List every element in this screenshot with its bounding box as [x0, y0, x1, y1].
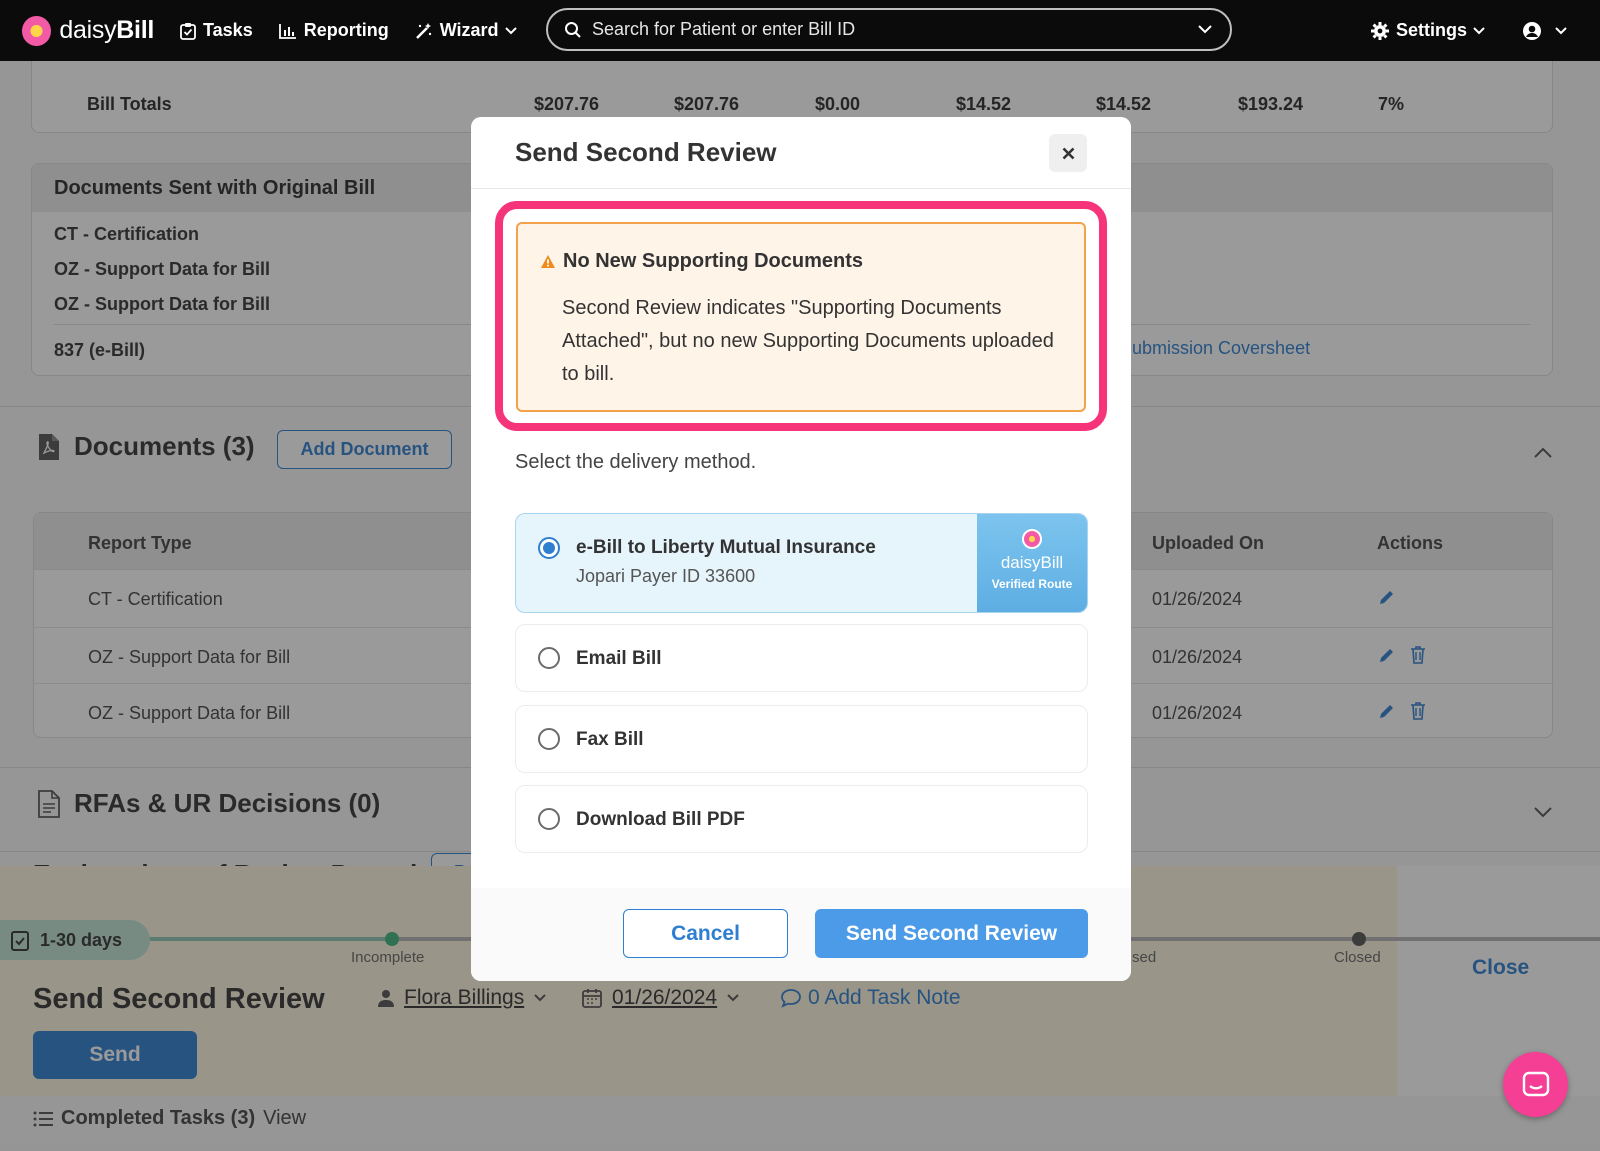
pencil-icon[interactable] [1378, 588, 1396, 606]
verified-route-badge: daisyBill Verified Route [977, 514, 1087, 612]
task-due-date[interactable]: 01/26/2024 [582, 986, 749, 1010]
cancel-button[interactable]: Cancel [623, 909, 788, 958]
daisy-flower-icon [1022, 529, 1042, 549]
nav-settings[interactable]: Settings [1370, 20, 1492, 41]
warning-message: Second Review indicates "Supporting Docu… [562, 297, 1054, 385]
documents-section-title: Documents (3) [38, 431, 255, 462]
task-panel-side [1397, 866, 1600, 1096]
warning-icon [541, 255, 555, 268]
radio-download[interactable] [538, 808, 560, 830]
list-item: OZ - Support Data for Bill [54, 294, 270, 314]
total-value: $193.24 [1238, 94, 1304, 114]
task-title: Send Second Review [33, 983, 325, 1015]
radio-fax[interactable] [538, 728, 560, 750]
completed-tasks[interactable]: Completed Tasks (3) View [33, 1107, 306, 1130]
rfas-section-title: RFAs & UR Decisions (0) [38, 788, 380, 819]
delivery-option-fax[interactable]: Fax Bill [515, 705, 1088, 773]
send-button[interactable]: Send [33, 1031, 197, 1079]
submission-coversheet-link[interactable]: ubmission Coversheet [1132, 338, 1310, 359]
clipboard-check-icon [11, 931, 29, 951]
document-icon [38, 789, 60, 818]
search-icon [565, 21, 581, 38]
total-value: $0.00 [815, 94, 861, 114]
delivery-option-download[interactable]: Download Bill PDF [515, 785, 1088, 853]
pencil-icon[interactable] [1378, 702, 1396, 720]
calendar-icon [582, 989, 602, 1008]
search-input[interactable] [592, 19, 1198, 40]
radio-email[interactable] [538, 647, 560, 669]
total-value: $14.52 [1096, 94, 1152, 114]
nav-tasks[interactable]: Tasks [180, 20, 253, 41]
top-nav: daisyBill Tasks Reporting Wizard Setting… [0, 0, 1600, 61]
search-bar[interactable] [546, 8, 1232, 51]
send-second-review-button[interactable]: Send Second Review [815, 909, 1088, 958]
task-assignee[interactable]: Flora Billings [378, 986, 556, 1010]
warning-alert: No New Supporting Documents Second Revie… [516, 222, 1086, 412]
total-value: 7% [1378, 94, 1405, 114]
list-item: CT - Certification [54, 224, 200, 244]
delivery-option-email[interactable]: Email Bill [515, 624, 1088, 692]
nav-wizard[interactable]: Wizard [415, 20, 524, 41]
trash-icon[interactable] [1410, 646, 1426, 664]
list-item: 837 (e-Bill) [54, 340, 146, 360]
close-icon [1062, 147, 1074, 159]
pdf-file-icon [39, 433, 59, 460]
total-value: $207.76 [674, 94, 740, 114]
clipboard-check-icon [180, 22, 196, 40]
chevron-down-icon[interactable] [1534, 807, 1552, 818]
user-avatar-icon [1523, 21, 1541, 40]
total-value: $14.52 [956, 94, 1012, 114]
bar-chart-icon [278, 23, 296, 39]
user-menu[interactable] [1522, 21, 1574, 41]
modal-title: Send Second Review [515, 137, 777, 167]
delivery-option-ebill[interactable]: e-Bill to Liberty Mutual Insurance Jopar… [515, 513, 1088, 613]
stage-complete-dot [385, 932, 399, 946]
chevron-down-icon [1473, 26, 1485, 34]
list-item: OZ - Support Data for Bill [54, 259, 270, 279]
chevron-down-icon [534, 994, 546, 1002]
chevron-down-icon [1555, 26, 1567, 34]
list-icon [33, 1111, 53, 1126]
close-task-link[interactable]: Close [1472, 956, 1529, 980]
user-icon [378, 990, 394, 1007]
comment-icon [781, 989, 801, 1008]
add-task-note-link[interactable]: 0 Add Task Note [780, 986, 961, 1010]
close-modal-button[interactable] [1049, 134, 1087, 172]
delivery-method-prompt: Select the delivery method. [515, 451, 757, 473]
magic-wand-icon [415, 22, 431, 39]
chevron-down-icon[interactable] [1198, 25, 1212, 34]
chat-launcher[interactable] [1503, 1052, 1568, 1117]
nav-reporting[interactable]: Reporting [278, 20, 389, 41]
chevron-up-icon[interactable] [1534, 447, 1552, 458]
total-value: $207.76 [534, 94, 600, 114]
task-age-badge: 1-30 days [0, 920, 150, 960]
radio-ebill[interactable] [538, 537, 560, 559]
stage-dot [1352, 932, 1366, 946]
pencil-icon[interactable] [1378, 646, 1396, 664]
send-second-review-modal: Send Second Review No New Supporting Doc… [471, 117, 1131, 981]
add-document-button[interactable]: Add Document [277, 430, 452, 469]
chat-icon [1522, 1071, 1549, 1096]
chevron-down-icon [504, 26, 517, 34]
chevron-down-icon [727, 994, 739, 1002]
daisy-flower-icon [22, 15, 52, 46]
daisybill-logo[interactable]: daisyBill [22, 15, 154, 46]
gear-icon [1370, 21, 1389, 40]
trash-icon[interactable] [1410, 702, 1426, 720]
